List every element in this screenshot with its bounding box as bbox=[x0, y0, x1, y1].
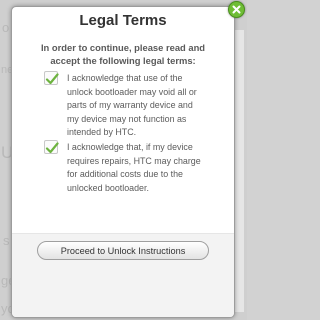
background-text: o bbox=[2, 20, 10, 35]
check-icon bbox=[45, 73, 59, 85]
warranty-label: I acknowledge that use of the unlock boo… bbox=[67, 73, 197, 137]
dialog-title: Legal Terms bbox=[79, 12, 167, 29]
legal-terms-dialog: Legal Terms In order to continue, please… bbox=[11, 6, 235, 318]
background-text: s bbox=[3, 233, 10, 248]
dialog-intro: In order to continue, please read and ac… bbox=[40, 42, 206, 66]
repairs-checkbox[interactable] bbox=[44, 140, 59, 154]
close-button[interactable] bbox=[228, 1, 245, 18]
proceed-button[interactable]: Proceed to Unlock Instructions bbox=[37, 241, 209, 260]
warranty-checkbox[interactable] bbox=[44, 71, 59, 85]
check-icon bbox=[45, 142, 59, 154]
repairs-label: I acknowledge that, if my device require… bbox=[67, 142, 201, 193]
dialog-footer: Proceed to Unlock Instructions bbox=[12, 233, 234, 317]
close-icon bbox=[232, 5, 241, 14]
